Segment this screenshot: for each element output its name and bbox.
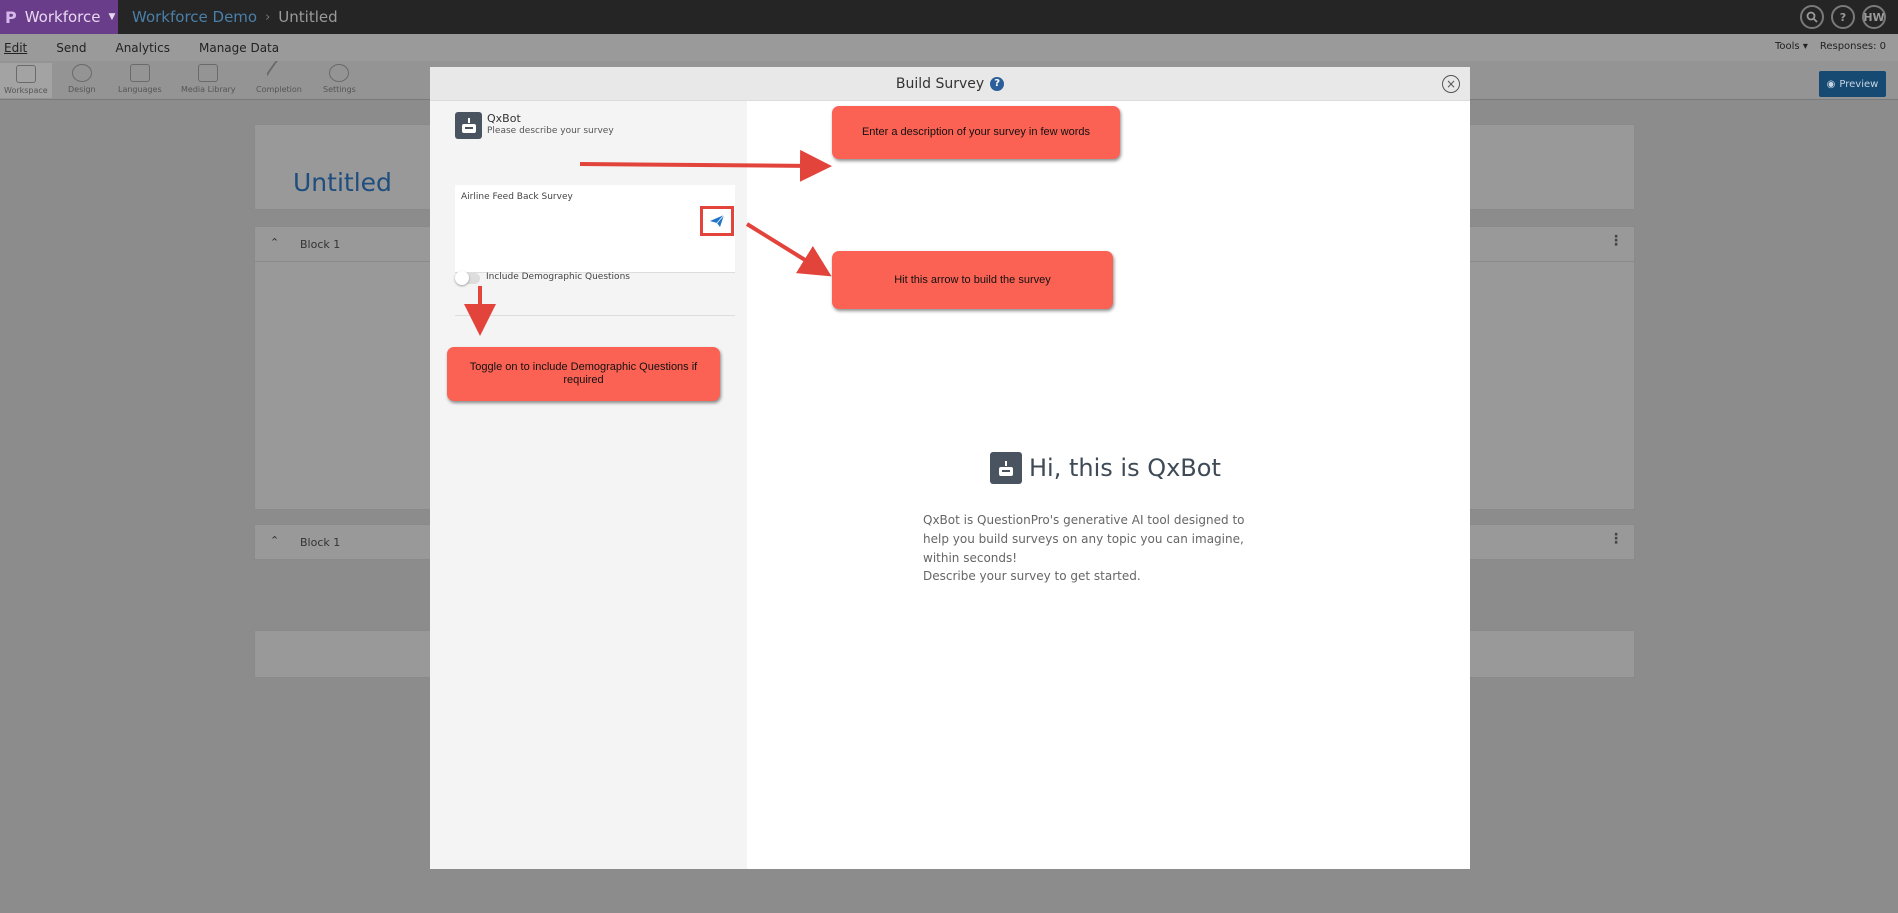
modal-header: Build Survey ? × <box>430 67 1470 101</box>
toggle-knob <box>455 271 469 285</box>
menu-analytics[interactable]: Analytics <box>115 41 170 55</box>
search-icon[interactable] <box>1800 5 1824 29</box>
send-button[interactable] <box>700 206 734 236</box>
callout-toggle: Toggle on to include Demographic Questio… <box>447 347 720 401</box>
demographic-toggle[interactable] <box>455 271 480 285</box>
description-value: Airline Feed Back Survey <box>461 192 573 202</box>
tool-completion[interactable]: Completion <box>256 59 302 94</box>
languages-icon <box>129 64 150 82</box>
block-label: Block 1 <box>300 238 341 251</box>
caret-down-icon: ▼ <box>108 12 116 22</box>
robot-icon <box>455 112 482 139</box>
user-avatar[interactable]: HW <box>1862 5 1886 29</box>
tool-settings[interactable]: Settings <box>323 64 356 94</box>
list-icon <box>15 65 36 83</box>
breadcrumb-survey: Untitled <box>278 8 338 26</box>
brand-menu[interactable]: P Workforce ▼ <box>0 0 118 34</box>
demographic-toggle-label: Include Demographic Questions <box>486 272 630 282</box>
menu-edit[interactable]: Edit <box>4 41 27 55</box>
paper-plane-icon <box>710 215 724 227</box>
top-icons: ? HW <box>1800 5 1886 29</box>
preview-button[interactable]: ◉ Preview <box>1819 71 1886 97</box>
breadcrumb: Workforce Demo › Untitled <box>132 8 338 26</box>
collapse-icon[interactable]: ⌃ <box>270 534 279 547</box>
modal-title: Build Survey <box>895 75 985 92</box>
qxbot-intro: Hi, this is QxBot <box>990 452 1221 484</box>
wand-icon <box>265 59 293 87</box>
help-icon[interactable]: ? <box>990 76 1005 91</box>
breadcrumb-project[interactable]: Workforce Demo <box>132 8 257 26</box>
image-icon <box>198 64 219 82</box>
divider <box>455 315 735 316</box>
qxbot-name: QxBot <box>487 112 521 125</box>
callout-arrow: Hit this arrow to build the survey <box>832 251 1113 309</box>
responses-count[interactable]: Responses: 0 <box>1820 41 1886 52</box>
tool-media-library[interactable]: Media Library <box>181 64 236 94</box>
intro-cta: Describe your survey to get started. <box>923 569 1141 583</box>
help-icon[interactable]: ? <box>1831 5 1855 29</box>
menu-bar: Edit Send Analytics Manage Data Tools ▾ … <box>0 34 1898 61</box>
kebab-menu-icon[interactable]: ⋮ <box>1609 233 1623 249</box>
intro-title: Hi, this is QxBot <box>1029 454 1221 482</box>
close-icon[interactable]: × <box>1442 75 1460 93</box>
brand-name: Workforce <box>24 8 101 26</box>
top-bar: P Workforce ▼ Workforce Demo › Untitled … <box>0 0 1898 34</box>
eye-icon: ◉ <box>1826 78 1836 90</box>
palette-icon <box>71 64 92 82</box>
collapse-icon[interactable]: ⌃ <box>270 236 279 249</box>
kebab-menu-icon[interactable]: ⋮ <box>1609 531 1623 547</box>
tools-menu[interactable]: Tools ▾ <box>1775 41 1808 52</box>
intro-description: QxBot is QuestionPro's generative AI too… <box>923 513 1245 565</box>
menu-manage-data[interactable]: Manage Data <box>199 41 279 55</box>
menu-send[interactable]: Send <box>56 41 86 55</box>
tool-languages[interactable]: Languages <box>118 64 162 94</box>
block-label: Block 1 <box>300 536 341 549</box>
logo-icon: P <box>5 7 17 27</box>
callout-describe: Enter a description of your survey in fe… <box>832 106 1120 159</box>
tool-design[interactable]: Design <box>68 64 96 94</box>
qxbot-prompt: Please describe your survey <box>487 126 614 136</box>
breadcrumb-separator: › <box>265 9 271 25</box>
tool-workspace[interactable]: Workspace <box>0 63 52 98</box>
gear-icon <box>329 64 350 82</box>
build-survey-modal: Build Survey ? × QxBot Please describe y… <box>430 67 1470 869</box>
survey-description-input[interactable]: Airline Feed Back Survey <box>455 185 735 273</box>
robot-icon <box>990 452 1022 484</box>
survey-title[interactable]: Untitled <box>293 168 392 197</box>
